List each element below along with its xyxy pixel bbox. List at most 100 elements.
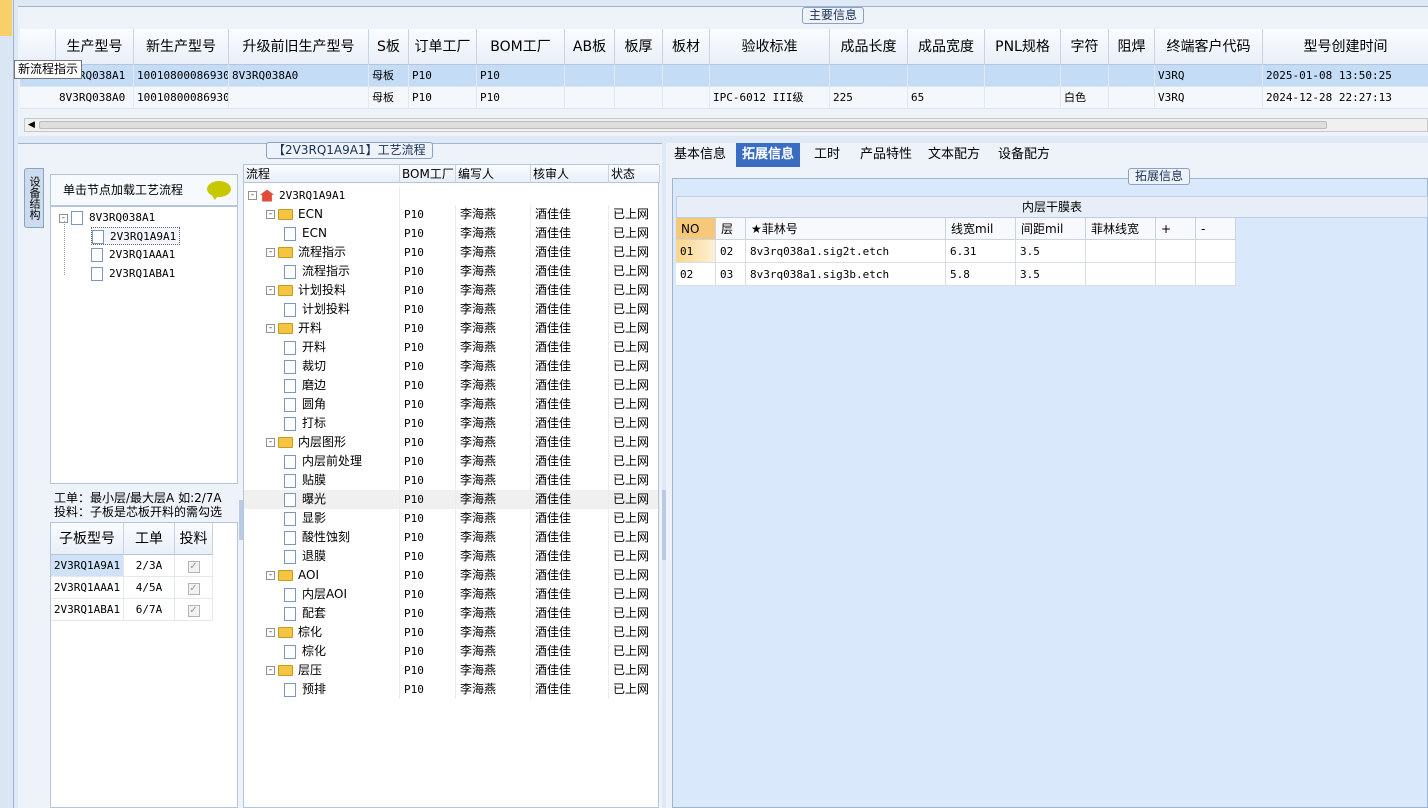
table-row[interactable]: 8V3RQ038A0 10010800086930 母板 P10 P10 IPC-6012…	[20, 87, 1428, 109]
column-header[interactable]: 子板型号	[51, 523, 124, 555]
sub-order-cell[interactable]: 2/3A	[124, 555, 175, 577]
table-cell[interactable]: 5.8	[946, 263, 1016, 286]
sub-order-cell[interactable]: 4/5A	[124, 577, 175, 599]
collapse-icon[interactable]: -	[266, 628, 275, 637]
process-row[interactable]: 贴膜 P10 李海燕 酒佳佳 已上网	[244, 471, 660, 490]
process-row[interactable]: 内层AOI P10 李海燕 酒佳佳 已上网	[244, 585, 660, 604]
horizontal-scrollbar[interactable]: ◀	[24, 118, 1428, 132]
table-cell[interactable]: 3.5	[1016, 263, 1086, 286]
column-header[interactable]: 成品宽度	[908, 29, 985, 65]
tree-node-root[interactable]: -8V3RQ038A1	[59, 209, 155, 227]
feed-checkbox[interactable]: ✓	[187, 582, 200, 595]
tab-3[interactable]: 产品特性	[854, 143, 918, 167]
column-header[interactable]: 终端客户代码	[1155, 29, 1263, 65]
process-row[interactable]: 打标 P10 李海燕 酒佳佳 已上网	[244, 414, 660, 433]
tab-1[interactable]: 拓展信息	[736, 143, 801, 167]
process-row[interactable]: 圆角 P10 李海燕 酒佳佳 已上网	[244, 395, 660, 414]
table-cell[interactable]: 3.5	[1016, 240, 1086, 263]
process-row[interactable]: 预排 P10 李海燕 酒佳佳 已上网	[244, 680, 660, 699]
process-row[interactable]: - 内层图形 P10 李海燕 酒佳佳 已上网	[244, 433, 660, 452]
column-header[interactable]: S板	[369, 29, 409, 65]
column-header[interactable]: 线宽mil	[946, 218, 1016, 240]
table-cell[interactable]: 6.31	[946, 240, 1016, 263]
collapse-icon[interactable]: -	[266, 248, 275, 257]
process-row[interactable]: - ECN P10 李海燕 酒佳佳 已上网	[244, 205, 660, 224]
process-row[interactable]: - 层压 P10 李海燕 酒佳佳 已上网	[244, 661, 660, 680]
column-header[interactable]: PNL规格	[985, 29, 1061, 65]
collapse-icon[interactable]: -	[248, 191, 257, 200]
process-row[interactable]: 磨边 P10 李海燕 酒佳佳 已上网	[244, 376, 660, 395]
sub-model-cell[interactable]: 2V3RQ1A9A1	[51, 555, 124, 577]
process-row[interactable]: - 2V3RQ1A9A1	[244, 186, 658, 205]
sub-model-cell[interactable]: 2V3RQ1ABA1	[51, 599, 124, 621]
table-cell[interactable]	[1086, 263, 1156, 286]
column-header[interactable]: 订单工厂	[409, 29, 477, 65]
table-cell[interactable]	[1156, 240, 1196, 263]
process-row[interactable]: - 开料 P10 李海燕 酒佳佳 已上网	[244, 319, 660, 338]
table-cell[interactable]: 03	[716, 263, 746, 286]
column-header[interactable]: 成品长度	[830, 29, 908, 65]
process-row[interactable]: 酸性蚀刻 P10 李海燕 酒佳佳 已上网	[244, 528, 660, 547]
process-row[interactable]: ECN P10 李海燕 酒佳佳 已上网	[244, 224, 660, 243]
tree-node[interactable]: 2V3RQ1AAA1	[91, 246, 175, 264]
column-header[interactable]: 型号创建时间	[1263, 29, 1428, 65]
table-cell[interactable]	[1086, 240, 1156, 263]
splitter[interactable]	[239, 500, 243, 540]
collapse-icon[interactable]: -	[266, 324, 275, 333]
table-cell[interactable]: 8v3rq038a1.sig3b.etch	[746, 263, 946, 286]
process-row[interactable]: 显影 P10 李海燕 酒佳佳 已上网	[244, 509, 660, 528]
sub-model-cell[interactable]: 2V3RQ1AAA1	[51, 577, 124, 599]
column-header[interactable]: 工单	[124, 523, 175, 555]
collapse-icon[interactable]: -	[266, 438, 275, 447]
collapse-icon[interactable]: -	[266, 210, 275, 219]
process-row[interactable]: 内层前处理 P10 李海燕 酒佳佳 已上网	[244, 452, 660, 471]
column-header[interactable]: NO	[676, 218, 716, 240]
column-header[interactable]: 间距mil	[1016, 218, 1086, 240]
tree-node[interactable]: 2V3RQ1ABA1	[91, 265, 175, 283]
column-header[interactable]: 新生产型号	[134, 29, 229, 65]
column-header[interactable]: 状态	[609, 165, 660, 183]
table-cell[interactable]	[1196, 240, 1236, 263]
table-cell[interactable]	[1196, 263, 1236, 286]
process-row[interactable]: - 计划投料 P10 李海燕 酒佳佳 已上网	[244, 281, 660, 300]
tree-node[interactable]: 2V3RQ1A9A1	[91, 227, 181, 245]
column-header[interactable]: +	[1156, 218, 1196, 240]
column-header[interactable]: 菲林线宽	[1086, 218, 1156, 240]
process-row[interactable]: 流程指示 P10 李海燕 酒佳佳 已上网	[244, 262, 660, 281]
speech-bubble-icon[interactable]	[207, 181, 231, 200]
process-row[interactable]: 棕化 P10 李海燕 酒佳佳 已上网	[244, 642, 660, 661]
column-header[interactable]: 字符	[1061, 29, 1109, 65]
scroll-thumb[interactable]	[39, 121, 1327, 129]
column-header[interactable]: BOM工厂	[400, 165, 456, 183]
process-row[interactable]: - AOI P10 李海燕 酒佳佳 已上网	[244, 566, 660, 585]
tab-2[interactable]: 工时	[808, 143, 846, 167]
column-header[interactable]: 流程	[244, 165, 400, 183]
process-row[interactable]: - 流程指示 P10 李海燕 酒佳佳 已上网	[244, 243, 660, 262]
scroll-left-icon[interactable]: ◀	[28, 119, 35, 131]
table-cell[interactable]	[1156, 263, 1196, 286]
column-header[interactable]: 层	[716, 218, 746, 240]
tab-5[interactable]: 设备配方	[992, 143, 1056, 167]
column-header[interactable]: AB板	[565, 29, 615, 65]
tab-4[interactable]: 文本配方	[922, 143, 986, 167]
column-header[interactable]: -	[1196, 218, 1236, 240]
table-cell[interactable]: 8v3rq038a1.sig2t.etch	[746, 240, 946, 263]
process-row[interactable]: 开料 P10 李海燕 酒佳佳 已上网	[244, 338, 660, 357]
sub-order-cell[interactable]: 6/7A	[124, 599, 175, 621]
column-header[interactable]: BOM工厂	[477, 29, 565, 65]
column-header[interactable]: 编写人	[456, 165, 531, 183]
process-row[interactable]: 退膜 P10 李海燕 酒佳佳 已上网	[244, 547, 660, 566]
process-row[interactable]: 裁切 P10 李海燕 酒佳佳 已上网	[244, 357, 660, 376]
column-header[interactable]: ★菲林号	[746, 218, 946, 240]
column-header[interactable]: 核审人	[531, 165, 609, 183]
process-row[interactable]: 曝光 P10 李海燕 酒佳佳 已上网	[244, 490, 660, 509]
collapse-icon[interactable]: -	[266, 571, 275, 580]
process-row[interactable]: 计划投料 P10 李海燕 酒佳佳 已上网	[244, 300, 660, 319]
column-header[interactable]: 升级前旧生产型号	[229, 29, 369, 65]
feed-checkbox[interactable]: ✓	[187, 560, 200, 573]
column-header[interactable]: 板材	[663, 29, 710, 65]
tab-0[interactable]: 基本信息	[668, 143, 732, 167]
process-row[interactable]: - 棕化 P10 李海燕 酒佳佳 已上网	[244, 623, 660, 642]
side-tab[interactable]: 设备结构	[24, 168, 44, 228]
column-header[interactable]: 阻焊	[1109, 29, 1155, 65]
